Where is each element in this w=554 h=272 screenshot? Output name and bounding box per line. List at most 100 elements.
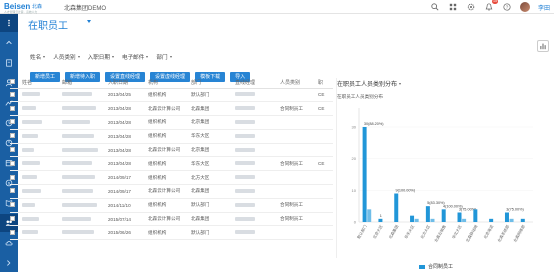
- manager-redacted: [235, 88, 280, 103]
- help-icon[interactable]: ?: [502, 2, 512, 12]
- filter-label: 姓名: [30, 55, 42, 61]
- table-row[interactable]: 2014/09/17 组织机构 北方大区: [10, 170, 333, 186]
- row-checkbox[interactable]: [10, 198, 22, 213]
- person-type-cell: [280, 170, 318, 186]
- company-name: 北森集团DEMO: [64, 6, 107, 12]
- bar-3-series-1: [410, 215, 415, 222]
- bar-9-series-2: [509, 218, 514, 222]
- org-cell: 北森云计算公司: [148, 184, 191, 199]
- chevron-down-icon: [77, 56, 80, 58]
- chevron-down-icon: [146, 56, 149, 58]
- employee-email-redacted: [62, 184, 108, 199]
- org-cell: 组织机构: [148, 88, 191, 103]
- person-type-cell: 合同制员工: [280, 101, 318, 117]
- employee-name-redacted[interactable]: [22, 212, 62, 227]
- row-checkbox[interactable]: [10, 225, 22, 241]
- person-type-cell: [280, 184, 318, 199]
- settings-gear-icon[interactable]: [466, 2, 476, 12]
- manager-redacted: [235, 170, 280, 186]
- table-row[interactable]: 2013/04/28 组织机构 华东大区: [10, 129, 333, 144]
- top-bar: Beisen 北森 人才管理云计算 · 高效人力 北森集团DEMO 15 ? 李…: [0, 0, 554, 14]
- filter-department[interactable]: 部门: [156, 53, 172, 61]
- row-checkbox[interactable]: [10, 88, 22, 103]
- table-row[interactable]: 2014/11/10 组织机构 默认部门 合同制员工: [10, 198, 333, 213]
- table-row[interactable]: 2015/06/26 组织机构 默认部门: [10, 225, 333, 241]
- bar-3-series-2: [414, 218, 419, 222]
- manager-redacted: [235, 198, 280, 213]
- row-checkbox[interactable]: [10, 101, 22, 117]
- column-header[interactable]: 邮箱: [62, 78, 108, 89]
- chart-panel-title[interactable]: 在职员工人员类别分布: [337, 79, 402, 88]
- employee-name-redacted[interactable]: [22, 170, 62, 186]
- table-row[interactable]: 2015/07/14 北森云计算公司 北森集团 合同制员工: [10, 212, 333, 227]
- filter-email[interactable]: 电子邮件: [122, 53, 149, 61]
- x-tick-label: 北京大区: [372, 224, 384, 240]
- table-row[interactable]: 2013/04/28 组织机构 华东大区 合同制员工 CE: [10, 156, 333, 172]
- filter-label: 入职日期: [87, 55, 110, 61]
- person-type-cell: 合同制员工: [280, 212, 318, 227]
- manager-redacted: [235, 184, 280, 199]
- column-header[interactable]: 机构: [148, 78, 191, 89]
- row-checkbox[interactable]: [10, 143, 22, 158]
- bar-9-series-1: [504, 212, 509, 222]
- employee-name-redacted[interactable]: [22, 143, 62, 158]
- position-cell: [318, 198, 333, 213]
- column-header[interactable]: 部门: [191, 78, 235, 89]
- org-cell: 组织机构: [148, 198, 191, 213]
- table-row[interactable]: 2013/04/25 组织机构 默认部门 CE: [10, 88, 333, 103]
- sidebar-document-icon[interactable]: [0, 54, 18, 72]
- filter-person-type[interactable]: 人员类别: [53, 53, 80, 61]
- filter-name[interactable]: 姓名: [30, 53, 46, 61]
- employee-name-redacted[interactable]: [22, 225, 62, 241]
- org-cell: 组织机构: [148, 129, 191, 144]
- column-header[interactable]: 入职日期: [108, 78, 148, 89]
- bar-chart-icon[interactable]: [537, 40, 549, 52]
- column-header[interactable]: 直线经理: [235, 78, 280, 89]
- employee-name-redacted[interactable]: [22, 198, 62, 213]
- org-cell: 组织机构: [148, 170, 191, 186]
- user-avatar[interactable]: [519, 2, 530, 12]
- column-header[interactable]: 职: [318, 78, 333, 89]
- filter-hire-date[interactable]: 入职日期: [88, 53, 114, 61]
- hire-date-cell: 2014/09/17: [108, 170, 148, 186]
- hire-date-cell: 2013/04/28: [108, 143, 148, 158]
- user-name[interactable]: 李田: [538, 3, 550, 12]
- row-checkbox[interactable]: [10, 212, 22, 227]
- hire-date-cell: 2013/04/25: [108, 88, 148, 103]
- hire-date-cell: 2013/04/28: [108, 115, 148, 130]
- x-tick-label: 北森云销售: [433, 224, 447, 243]
- notification-icon[interactable]: 15: [484, 0, 498, 12]
- employee-name-redacted[interactable]: [22, 156, 62, 172]
- position-cell: CE: [318, 88, 333, 103]
- row-checkbox[interactable]: [10, 170, 22, 186]
- bar-7-series-1: [473, 209, 478, 222]
- beisen-logo[interactable]: Beisen 北森 人才管理云计算 · 高效人力: [4, 2, 46, 14]
- row-checkbox[interactable]: [10, 156, 22, 172]
- sidebar-chevron-icon[interactable]: [0, 34, 18, 52]
- select-all-checkbox[interactable]: [10, 78, 22, 89]
- manager-redacted: [235, 225, 280, 241]
- table-row[interactable]: 2014/09/17 北森云计算公司 北森集团: [10, 184, 333, 199]
- row-checkbox[interactable]: [10, 184, 22, 199]
- employee-name-redacted[interactable]: [22, 184, 62, 199]
- column-header[interactable]: 姓名: [22, 78, 62, 89]
- chart-legend[interactable]: 合同制员工: [419, 263, 453, 270]
- search-icon[interactable]: [430, 2, 440, 12]
- employee-name-redacted[interactable]: [22, 101, 62, 117]
- person-type-cell: [280, 88, 318, 103]
- table-row[interactable]: 2013/04/28 组织机构 北京集团: [10, 115, 333, 130]
- employee-name-redacted[interactable]: [22, 88, 62, 103]
- employee-name-redacted[interactable]: [22, 115, 62, 130]
- title-dropdown-caret-icon[interactable]: [87, 20, 91, 23]
- table-row[interactable]: 2013/04/28 北森云计算公司 北森集团 合同制员工 CE: [10, 101, 333, 117]
- row-checkbox[interactable]: [10, 115, 22, 130]
- person-type-cell: [280, 143, 318, 158]
- hire-date-cell: 2014/09/17: [108, 184, 148, 199]
- row-checkbox[interactable]: [10, 129, 22, 144]
- column-header[interactable]: 人员类别: [280, 78, 318, 89]
- sidebar-menu-icon[interactable]: [0, 14, 18, 32]
- x-tick-label: 北森移动端: [465, 224, 479, 243]
- grid-apps-icon[interactable]: [448, 2, 458, 12]
- table-row[interactable]: 2013/04/28 北森云计算公司 北京集团: [10, 143, 333, 158]
- employee-name-redacted[interactable]: [22, 129, 62, 144]
